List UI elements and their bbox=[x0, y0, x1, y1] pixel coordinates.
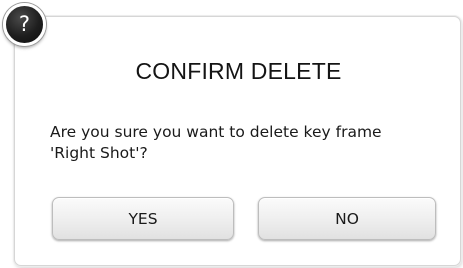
confirm-delete-dialog: CONFIRM DELETE Are you sure you want to … bbox=[14, 16, 461, 266]
dialog-title: CONFIRM DELETE bbox=[135, 58, 342, 84]
dialog-message: Are you sure you want to delete key fram… bbox=[50, 122, 455, 164]
no-button-label: NO bbox=[335, 209, 359, 228]
question-mark-icon: ? bbox=[3, 3, 46, 46]
message-line-2: 'Right Shot'? bbox=[50, 144, 148, 162]
no-button[interactable]: NO bbox=[258, 197, 436, 240]
message-line-1: Are you sure you want to delete key fram… bbox=[50, 123, 382, 141]
yes-button-label: YES bbox=[128, 209, 158, 228]
yes-button[interactable]: YES bbox=[52, 197, 234, 240]
